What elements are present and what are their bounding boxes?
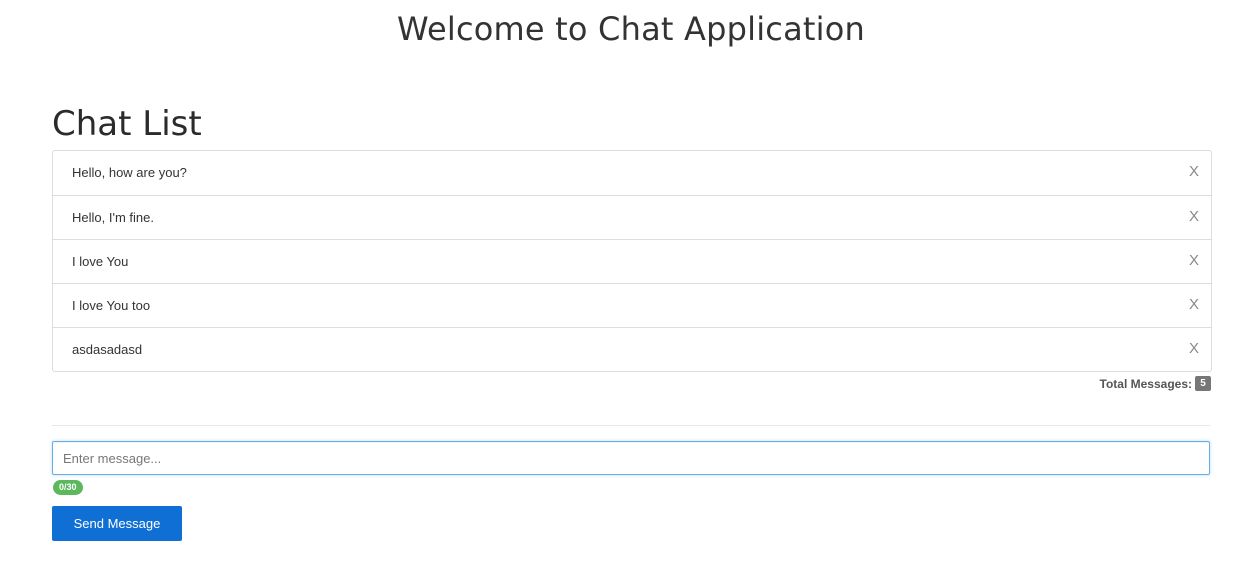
- total-messages: Total Messages: 5: [1100, 376, 1211, 391]
- message-count-badge: 5: [1195, 376, 1211, 391]
- divider: [52, 425, 1210, 426]
- list-item: asdasadasd X: [53, 327, 1211, 371]
- message-text: Hello, how are you?: [72, 165, 187, 180]
- delete-message-button[interactable]: X: [1187, 296, 1201, 314]
- message-text: I love You too: [72, 298, 151, 313]
- list-item: I love You too X: [53, 283, 1211, 327]
- message-text: I love You: [72, 254, 129, 269]
- chat-list: Hello, how are you? X Hello, I'm fine. X…: [52, 150, 1212, 372]
- delete-message-button[interactable]: X: [1187, 163, 1201, 181]
- char-counter-badge: 0/30: [53, 480, 83, 495]
- message-input[interactable]: [52, 441, 1210, 475]
- delete-message-button[interactable]: X: [1187, 340, 1201, 358]
- delete-message-button[interactable]: X: [1187, 252, 1201, 270]
- delete-message-button[interactable]: X: [1187, 208, 1201, 226]
- total-messages-label: Total Messages:: [1099, 376, 1192, 391]
- send-message-button[interactable]: Send Message: [52, 506, 182, 541]
- message-text: Hello, I'm fine.: [72, 210, 154, 225]
- page-title: Welcome to Chat Application: [397, 10, 865, 48]
- message-text: asdasadasd: [72, 342, 143, 357]
- chat-list-title: Chat List: [52, 104, 202, 144]
- list-item: I love You X: [53, 239, 1211, 283]
- list-item: Hello, how are you? X: [53, 151, 1211, 195]
- list-item: Hello, I'm fine. X: [53, 195, 1211, 239]
- chat-app-page: Welcome to Chat Application Chat List He…: [0, 0, 1249, 571]
